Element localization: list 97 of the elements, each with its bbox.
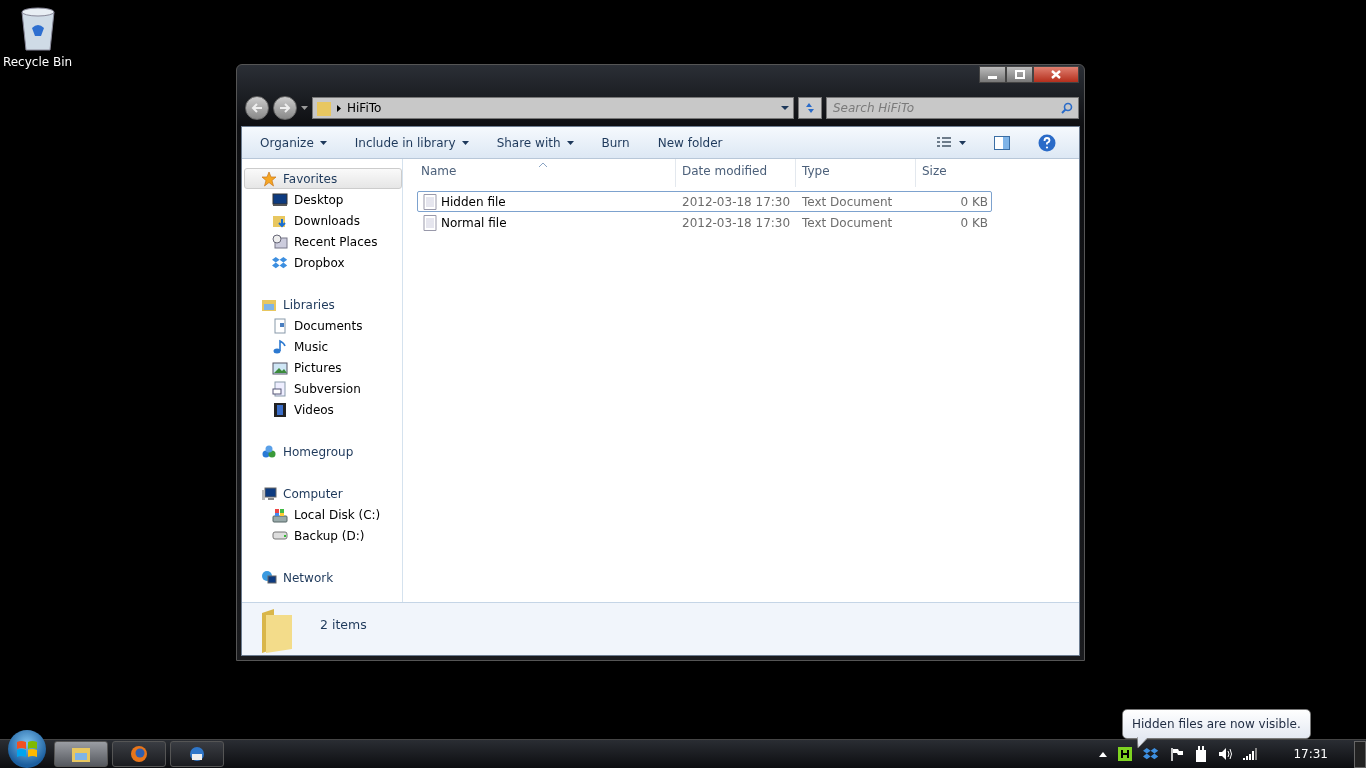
start-button[interactable] [8,730,46,768]
nav-group-item[interactable]: Homegroup [244,441,402,462]
nav-group-item[interactable]: Libraries [244,294,402,315]
toolbar-button[interactable]: Share with [488,131,582,154]
nav-item[interactable]: Backup (D:) [244,525,402,546]
address-bar[interactable]: HiFiTo [312,97,794,119]
signal-bars-icon[interactable] [1243,748,1258,760]
clock[interactable]: 17:31 [1293,747,1328,761]
date-cell-text: 2012-03-18 17:30 [681,194,792,209]
windows-logo-icon [16,739,38,759]
sort-caret-icon [539,163,547,167]
dropbox-icon[interactable] [1143,746,1160,762]
column-header[interactable]: Size [916,159,992,187]
refresh-button[interactable] [798,97,822,119]
nav-item[interactable]: Downloads [244,210,402,231]
forward-button[interactable] [273,96,297,120]
toolbar-button[interactable]: New folder [649,131,731,154]
balloon-tail [1137,737,1149,748]
date-cell-text: 2012-03-18 17:30 [681,215,792,230]
column-header[interactable]: Date modified [676,159,796,187]
dropdown-caret-icon[interactable] [781,106,789,110]
dropdown-caret-icon [461,140,469,145]
toolbar-button[interactable]: Include in library [346,131,477,154]
hard-disk-icon [272,506,288,523]
forward-arrow-icon [279,102,291,114]
nav-item[interactable]: Desktop [244,189,402,210]
power-plug-icon[interactable] [1195,746,1208,762]
picture-icon [272,359,288,376]
monitor-icon [272,191,288,208]
history-caret-icon[interactable] [301,106,308,110]
file-row[interactable]: Hidden file 2012-03-18 17:30 Text Document 0 KB [417,191,992,212]
dropdown-caret-icon [319,140,327,145]
flag-icon[interactable] [1170,747,1185,761]
drive-icon [272,531,288,540]
type-cell-text: Text Document [801,215,894,230]
recent-places-icon [272,233,288,250]
search-field[interactable]: Search HiFiTo [826,97,1079,119]
chevron-icon [337,104,341,112]
show-hidden-icons-icon[interactable] [1099,751,1108,757]
refresh-icon [803,101,817,115]
folder-icon [317,100,331,116]
film-icon [272,401,288,418]
show-desktop-button[interactable] [1354,740,1366,768]
nav-item[interactable]: Local Disk (C:) [244,504,402,525]
column-header[interactable]: Type [796,159,916,187]
minimize-button[interactable] [979,66,1006,83]
document-icon [272,380,288,397]
computer-icon [261,485,277,502]
bird-envelope-icon [188,746,206,762]
maximize-button[interactable] [1006,66,1033,83]
nav-group-item[interactable]: Computer [244,483,402,504]
back-button[interactable] [245,96,269,120]
search-icon [1061,102,1073,114]
text-file-icon [423,193,437,210]
dropdown-caret-icon [566,140,574,145]
nav-item[interactable]: Videos [244,399,402,420]
document-icon [272,317,288,334]
nav-group-item[interactable]: Favorites [244,168,402,189]
file-name: Normal file [441,215,507,230]
fox-globe-icon [130,745,148,763]
nav-group-item[interactable]: Network [244,567,402,588]
homegroup-icon [261,443,277,460]
dropbox-icon [272,254,288,271]
close-icon [1051,70,1061,79]
nav-item[interactable]: Documents [244,315,402,336]
file-name: Hidden file [441,194,506,209]
nav-item[interactable]: Pictures [244,357,402,378]
column-header[interactable]: Name [403,159,676,187]
toolbar-button[interactable]: Organize [252,131,335,154]
size-cell-text: 0 KB [959,194,989,209]
speaker-icon[interactable] [1218,747,1233,761]
music-note-icon [272,338,288,355]
back-arrow-icon [251,102,263,114]
dropdown-caret-icon [959,140,966,145]
taskbar-app-button[interactable] [112,741,166,767]
maximize-icon [1014,70,1025,79]
taskbar-app-button[interactable] [170,741,224,767]
address-path: HiFiTo [347,101,382,115]
details-view-icon [937,136,951,149]
type-cell-text: Text Document [801,194,894,209]
nav-item[interactable]: Dropbox [244,252,402,273]
network-icon [261,569,277,586]
nav-item[interactable]: Music [244,336,402,357]
hifi-app-icon[interactable] [1118,747,1133,761]
text-file-icon [423,214,437,231]
nav-item[interactable]: Recent Places [244,231,402,252]
preview-pane-icon [994,135,1010,150]
file-row[interactable]: Normal file 2012-03-18 17:30 Text Document 0 KB [417,212,992,233]
folder-icon [72,746,90,762]
desktop-shortcut[interactable]: Recycle Bin [0,4,75,71]
toolbar-button[interactable]: Burn [593,131,638,154]
close-button[interactable] [1033,66,1079,83]
nav-item[interactable]: Subversion [244,378,402,399]
size-cell-text: 0 KB [959,215,989,230]
help-icon [1038,133,1056,152]
item-count: 2 items [320,617,367,632]
star-icon [261,170,277,187]
